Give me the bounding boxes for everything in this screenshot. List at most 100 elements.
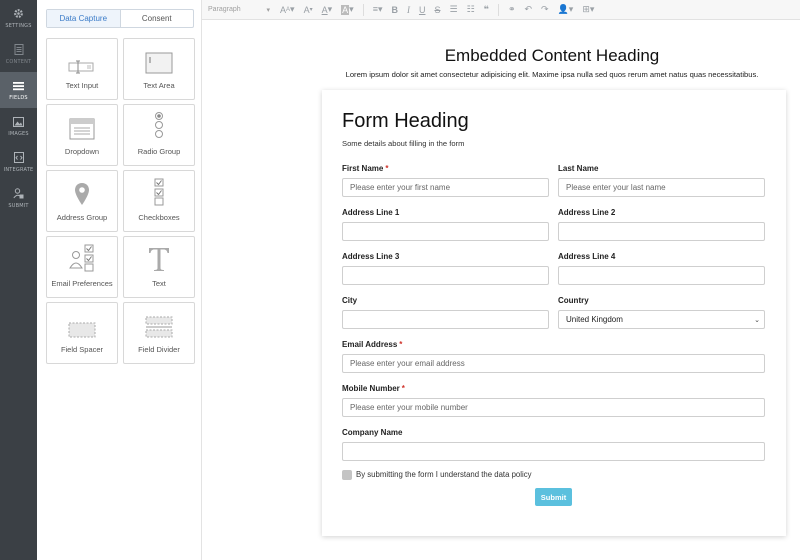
rail-item-integrate[interactable]: INTEGRATE <box>0 144 37 180</box>
mobile-label: Mobile Number * <box>342 384 405 393</box>
redo-icon[interactable]: ↷ <box>541 4 549 15</box>
content-canvas: Embedded Content Heading Lorem ipsum dol… <box>202 20 800 560</box>
consent-checkbox[interactable] <box>342 470 352 480</box>
tile-text-input[interactable]: Text Input <box>46 38 118 100</box>
palette-tiles: Text Input Text Area Dropdown Radio Grou… <box>46 38 196 364</box>
country-select-value: United Kingdom <box>566 315 623 324</box>
bold-icon[interactable]: B <box>391 5 398 15</box>
country-label: Country <box>558 296 589 305</box>
email-preferences-icon <box>69 244 94 272</box>
document-icon <box>13 44 25 56</box>
last-name-input[interactable]: Please enter your last name <box>558 178 765 197</box>
rail-item-label: FIELDS <box>9 94 28 101</box>
image-icon <box>13 116 25 128</box>
numbered-list-icon[interactable]: ☷ <box>467 4 475 15</box>
form-subtitle: Some details about filling in the form <box>342 139 465 148</box>
tile-label: Field Spacer <box>60 345 104 354</box>
embedded-heading: Embedded Content Heading <box>444 46 660 65</box>
required-mark: * <box>385 164 389 173</box>
insert-user-icon[interactable]: 👤▾ <box>558 4 574 15</box>
placeholder: Please enter your last name <box>566 183 666 192</box>
rail-item-submit[interactable]: SUBMIT <box>0 180 37 216</box>
rail-item-images[interactable]: IMAGES <box>0 108 37 144</box>
rail-item-settings[interactable]: SETTINGS <box>0 0 37 36</box>
address-line-4-input[interactable] <box>558 266 765 285</box>
label-text: Mobile Number <box>342 384 400 393</box>
radio-group-icon <box>155 112 163 138</box>
tile-dropdown[interactable]: Dropdown <box>46 104 118 166</box>
table-icon[interactable]: ⊞▾ <box>582 4 594 15</box>
tile-address-group[interactable]: Address Group <box>46 170 118 232</box>
address-line-2-input[interactable] <box>558 222 765 241</box>
rail-item-fields[interactable]: FIELDS <box>0 72 37 108</box>
address-line-2-label: Address Line 2 <box>558 208 616 217</box>
list-icon <box>13 80 25 92</box>
strikethrough-icon[interactable]: S <box>434 5 440 15</box>
font-size-icon[interactable]: A A ▾ <box>280 4 295 15</box>
user-submit-icon <box>13 188 25 200</box>
tile-label: Text <box>152 279 166 288</box>
address-line-1-label: Address Line 1 <box>342 208 400 217</box>
text-input-icon <box>68 60 94 74</box>
rail-item-label: SUBMIT <box>8 202 29 209</box>
address-line-1-input[interactable] <box>342 222 549 241</box>
field-divider-icon <box>145 316 173 338</box>
first-name-input[interactable]: Please enter your first name <box>342 178 549 197</box>
italic-icon[interactable]: I <box>407 5 410 15</box>
tile-checkboxes[interactable]: Checkboxes <box>123 170 195 232</box>
address-line-4-label: Address Line 4 <box>558 252 616 261</box>
tile-text-area[interactable]: Text Area <box>123 38 195 100</box>
email-input[interactable]: Please enter your email address <box>342 354 765 373</box>
toolbar-divider <box>497 3 499 16</box>
required-mark: * <box>401 384 405 393</box>
chevron-down-icon: ▾ <box>266 6 270 14</box>
tile-field-divider[interactable]: Field Divider <box>123 302 195 364</box>
code-file-icon <box>13 152 25 164</box>
tile-label: Field Divider <box>138 345 180 354</box>
highlight-icon[interactable]: A ▾ <box>341 4 354 15</box>
country-select[interactable]: United Kingdom ⌄ <box>558 310 765 329</box>
label-text: Email Address <box>342 340 398 349</box>
bullet-list-icon[interactable]: ☰ <box>449 4 457 15</box>
dropdown-icon <box>69 118 95 140</box>
required-mark: * <box>399 340 403 349</box>
quote-icon[interactable]: ❝ <box>484 4 489 15</box>
tile-email-preferences[interactable]: Email Preferences <box>46 236 118 298</box>
address-line-3-label: Address Line 3 <box>342 252 400 261</box>
city-input[interactable] <box>342 310 549 329</box>
checkboxes-icon <box>154 178 164 206</box>
tile-radio-group[interactable]: Radio Group <box>123 104 195 166</box>
embedded-subtext: Lorem ipsum dolor sit amet consectetur a… <box>345 70 759 79</box>
consent-label: By submitting the form I understand the … <box>356 470 532 479</box>
format-select[interactable]: Paragraph ▾ <box>208 6 270 14</box>
rail-item-label: SETTINGS <box>5 22 32 29</box>
underline-icon[interactable]: U <box>419 5 426 15</box>
company-input[interactable] <box>342 442 765 461</box>
tile-label: Text Input <box>65 81 99 90</box>
tile-label: Address Group <box>56 213 108 222</box>
format-select-value: Paragraph <box>208 5 241 13</box>
palette-tab-switch: Data Capture Consent <box>46 9 194 28</box>
tab-data-capture[interactable]: Data Capture <box>47 10 121 27</box>
form-title: Form Heading <box>342 110 469 132</box>
tab-consent[interactable]: Consent <box>121 10 194 27</box>
font-style-icon[interactable]: A ▾ <box>304 5 313 15</box>
text-area-icon <box>145 52 173 74</box>
submit-button[interactable]: Submit <box>535 488 572 506</box>
mobile-input[interactable]: Please enter your mobile number <box>342 398 765 417</box>
tile-label: Email Preferences <box>51 279 113 288</box>
tile-label: Text Area <box>143 81 175 90</box>
toolbar-divider <box>362 3 364 16</box>
link-icon[interactable]: ⚭ <box>508 4 516 15</box>
placeholder: Please enter your first name <box>350 183 451 192</box>
tile-text[interactable]: Text <box>123 236 195 298</box>
undo-icon[interactable]: ↶ <box>524 4 532 15</box>
map-pin-icon <box>75 183 89 205</box>
align-icon[interactable]: ≡▾ <box>373 4 383 15</box>
font-color-icon[interactable]: A ▾ <box>322 4 333 15</box>
placeholder: Please enter your mobile number <box>350 403 468 412</box>
tile-field-spacer[interactable]: Field Spacer <box>46 302 118 364</box>
address-line-3-input[interactable] <box>342 266 549 285</box>
field-spacer-icon <box>68 322 96 338</box>
rail-item-content[interactable]: CONTENT <box>0 36 37 72</box>
